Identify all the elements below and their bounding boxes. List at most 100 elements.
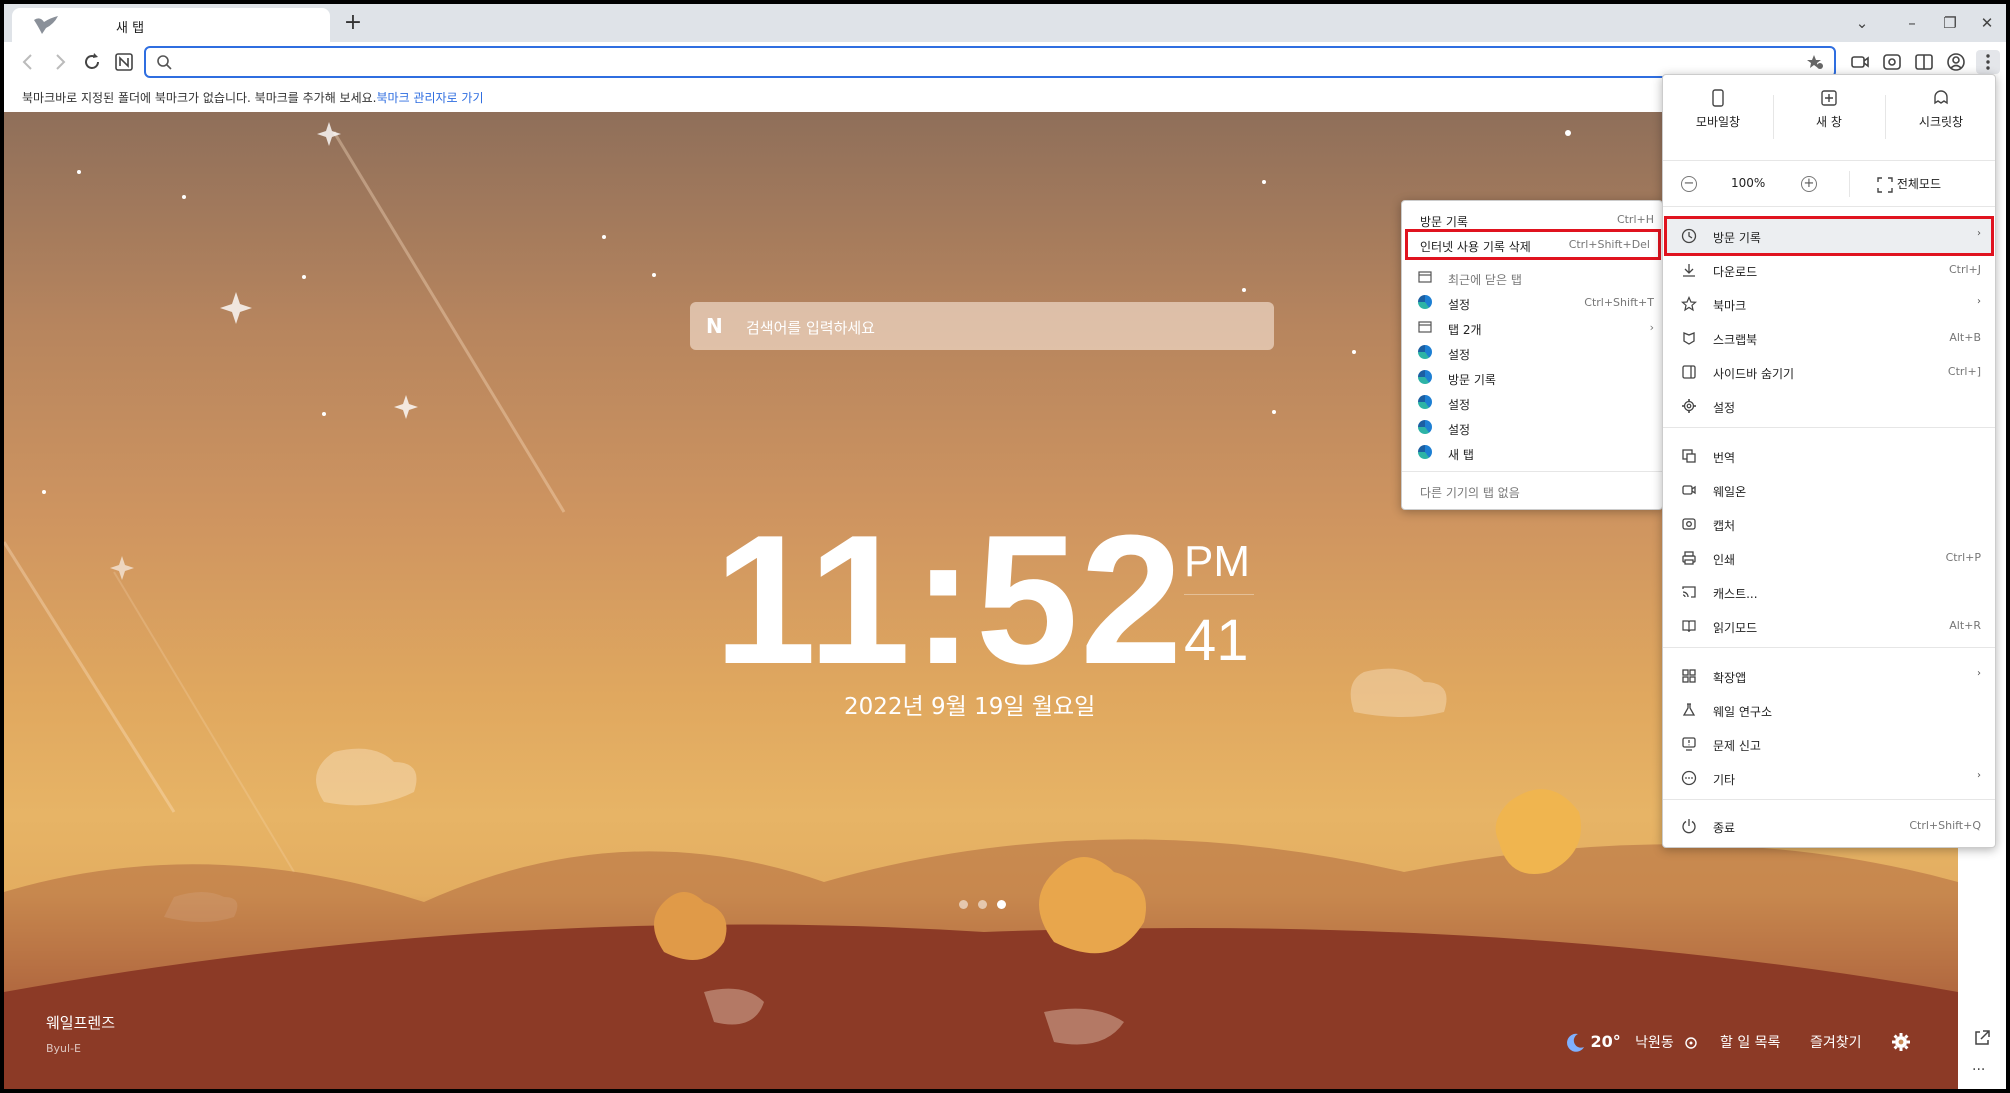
menu-item-hide-sidebar[interactable]: 사이드바 숨기기 Ctrl+] (1667, 355, 1991, 389)
clock-seconds: 41 (1184, 608, 1249, 673)
menu-item-whale-lab[interactable]: 웨일 연구소 (1667, 693, 1991, 727)
whale-favicon-icon (1418, 445, 1432, 459)
browser-window: 새 탭 + ⌄ – ❐ ✕ 북마크바로 지정된 폴더에 북마크가 없습니다. 북… (4, 4, 2006, 1089)
menu-item-settings[interactable]: 설정 (1667, 389, 1991, 423)
naver-search-box[interactable]: N 검색어를 입력하세요 (690, 302, 1274, 350)
zoom-in-button[interactable]: + (1801, 176, 1817, 192)
new-tab-button[interactable]: + (340, 10, 366, 36)
recently-closed-header: 최근에 닫은 탭 (1402, 265, 1662, 290)
bookmark-manager-link[interactable]: 북마크 관리자로 가기 (377, 91, 484, 105)
close-button[interactable]: ✕ (1974, 10, 2000, 36)
menu-item-report-issue[interactable]: 문제 신고 (1667, 727, 1991, 761)
capture-icon (1883, 54, 1901, 70)
zoom-level: 100% (1731, 176, 1766, 190)
mobile-icon (1712, 89, 1724, 107)
zoom-row: − 100% + 전체모드 (1663, 161, 1995, 207)
reload-button[interactable] (80, 50, 104, 74)
tab-list-dropdown-button[interactable]: ⌄ (1849, 10, 1875, 36)
pager-dot-active[interactable] (997, 900, 1006, 909)
pager-dot[interactable] (959, 900, 968, 909)
whale-favicon-icon (1418, 395, 1432, 409)
secret-window-button[interactable]: 시크릿창 (1886, 89, 1996, 130)
window-icon (1418, 271, 1432, 283)
clock-divider (1184, 594, 1254, 595)
back-button[interactable] (16, 50, 40, 74)
other-devices-item: 다른 기기의 탭 없음 (1420, 486, 1520, 500)
clock-ampm: PM (1184, 537, 1250, 586)
recent-tab-item[interactable]: 설정 (1402, 340, 1662, 365)
recent-window-item[interactable]: 탭 2개 › (1402, 315, 1662, 340)
recent-tab-item[interactable]: 설정 Ctrl+Shift+T (1402, 290, 1662, 315)
incognito-icon (1934, 90, 1948, 105)
address-bar[interactable] (144, 46, 1836, 78)
menu-item-print[interactable]: 인쇄 Ctrl+P (1667, 541, 1991, 575)
capture-button[interactable] (1880, 50, 1904, 74)
menu-item-scrapbook[interactable]: 스크랩북 Alt+B (1667, 321, 1991, 355)
bookmark-star-icon[interactable] (1806, 53, 1824, 71)
main-menu-button[interactable] (1976, 50, 2000, 74)
more-circle-icon (1681, 770, 1697, 786)
external-link-icon[interactable] (1972, 1028, 1992, 1048)
tab-strip: 새 탭 + ⌄ – ❐ ✕ (4, 4, 2006, 42)
forward-button[interactable] (48, 50, 72, 74)
restore-button[interactable]: ❐ (1937, 10, 1963, 36)
recent-tab-item[interactable]: 방문 기록 (1402, 365, 1662, 390)
menu-item-more[interactable]: 기타 › (1667, 761, 1991, 795)
naver-n-icon (115, 53, 133, 71)
zoom-out-button[interactable]: − (1681, 176, 1697, 192)
favorites-link[interactable]: 즐겨찾기 (1810, 1032, 1862, 1052)
menu-item-reader-mode[interactable]: 읽기모드 Alt+R (1667, 609, 1991, 643)
profile-button[interactable] (1944, 50, 1968, 74)
menu-item-extensions[interactable]: 확장앱 › (1667, 659, 1991, 693)
reload-icon (85, 53, 99, 69)
menu-item-bookmarks[interactable]: 북마크 › (1667, 287, 1991, 321)
tab-new-tab[interactable]: 새 탭 (12, 8, 330, 42)
wallpaper-brand[interactable]: 웨일프렌즈 (46, 1012, 115, 1033)
minimize-button[interactable]: – (1899, 10, 1925, 36)
book-icon (1682, 620, 1696, 633)
recent-tab-item[interactable]: 설정 (1402, 415, 1662, 440)
mobile-window-button[interactable]: 모바일창 (1663, 89, 1773, 130)
clock-icon (1681, 228, 1697, 244)
whale-on-button[interactable] (1848, 50, 1872, 74)
menu-item-capture[interactable]: 캡처 (1667, 507, 1991, 541)
fullscreen-button[interactable]: 전체모드 (1877, 175, 1941, 193)
clear-browsing-data-item[interactable]: 인터넷 사용 기록 삭제 Ctrl+Shift+Del (1405, 229, 1661, 260)
moon-icon (1567, 1033, 1584, 1052)
menu-item-history[interactable]: 방문 기록 › (1664, 216, 1994, 256)
star-icon (1681, 296, 1697, 312)
menu-item-whale-on[interactable]: 웨일온 (1667, 473, 1991, 507)
todo-list-link[interactable]: 할 일 목록 (1720, 1032, 1780, 1052)
whale-favicon-icon (1418, 420, 1432, 434)
printer-icon (1682, 551, 1696, 565)
recent-tab-item[interactable]: 설정 (1402, 390, 1662, 415)
sidebar-toggle-button[interactable] (1912, 50, 1936, 74)
kebab-menu-icon (1986, 54, 1990, 70)
weather-widget[interactable]: 20° 낙원동 (1564, 1032, 1698, 1054)
report-icon (1682, 737, 1696, 751)
address-input[interactable] (180, 51, 1760, 73)
naver-home-button[interactable] (112, 50, 136, 74)
new-window-icon (1821, 90, 1837, 106)
menu-item-downloads[interactable]: 다운로드 Ctrl+J (1667, 253, 1991, 287)
split-view-icon (1915, 54, 1933, 70)
menu-item-translate[interactable]: 번역 (1667, 439, 1991, 473)
menu-item-cast[interactable]: 캐스트... (1667, 575, 1991, 609)
window-icon (1418, 321, 1432, 333)
weather-temperature: 20° (1590, 1032, 1621, 1051)
naver-logo-icon: N (706, 314, 723, 338)
history-item[interactable]: 방문 기록 Ctrl+H (1402, 207, 1662, 232)
tab-title: 새 탭 (116, 21, 145, 36)
new-window-button[interactable]: 새 창 (1774, 89, 1884, 130)
menu-item-exit[interactable]: 종료 Ctrl+Shift+Q (1667, 809, 1991, 843)
clock-date: 2022년 9월 19일 월요일 (844, 694, 1096, 720)
translate-icon (1682, 449, 1696, 463)
whale-favicon-icon (1418, 295, 1432, 309)
profile-icon (1947, 53, 1965, 71)
whale-icon (34, 16, 58, 34)
menu-divider (1663, 427, 1995, 428)
pager-dot[interactable] (978, 900, 987, 909)
sidebar-more-button[interactable]: ··· (1972, 1062, 1985, 1078)
recent-tab-item[interactable]: 새 탭 (1402, 440, 1662, 465)
gear-icon[interactable] (1891, 1032, 1911, 1052)
